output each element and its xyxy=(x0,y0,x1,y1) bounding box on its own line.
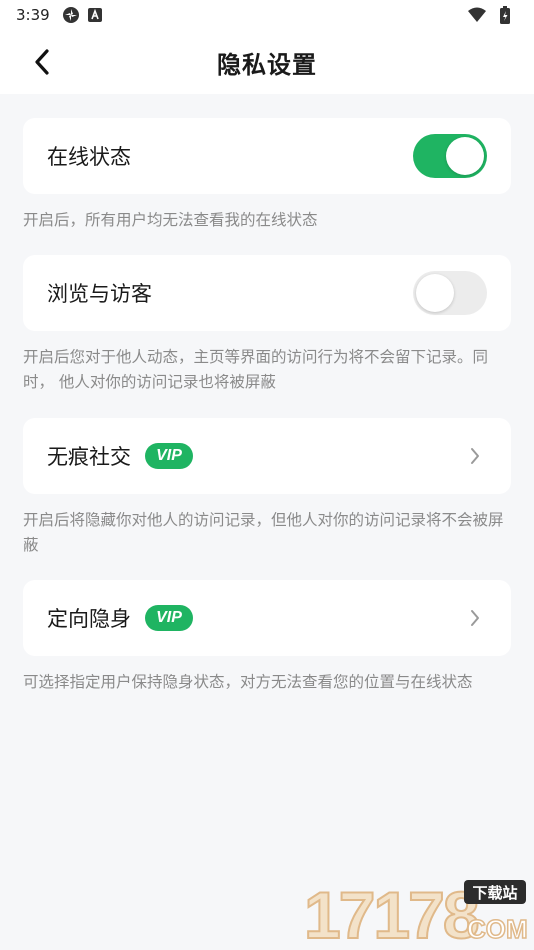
toggle-knob xyxy=(416,274,454,312)
settings-flower-icon xyxy=(62,6,80,24)
setting-description: 可选择指定用户保持隐身状态，对方无法查看您的位置与在线状态 xyxy=(23,673,473,691)
setting-description: 开启后将隐藏你对他人的访问记录，但他人对你的访问记录将不会被屏蔽 xyxy=(23,511,504,554)
setting-description: 开启后，所有用户均无法查看我的在线状态 xyxy=(23,211,318,229)
setting-online-status: 在线状态 xyxy=(23,118,511,194)
vip-badge: VIP xyxy=(145,443,193,469)
online-status-toggle[interactable] xyxy=(413,134,487,178)
watermark-numbers: 17178 xyxy=(304,878,478,946)
chevron-right-icon xyxy=(463,444,487,468)
vip-badge: VIP xyxy=(145,605,193,631)
setting-traceless-social[interactable]: 无痕社交 VIP xyxy=(23,418,511,494)
a-badge-icon xyxy=(87,8,102,22)
wifi-icon xyxy=(468,7,486,23)
chevron-left-icon xyxy=(35,49,49,75)
toggle-knob xyxy=(446,137,484,175)
setting-browse-visitors: 浏览与访客 xyxy=(23,255,511,331)
status-bar: 3:39 xyxy=(0,0,534,30)
setting-label: 无痕社交 xyxy=(47,445,131,469)
chevron-right-icon xyxy=(463,606,487,630)
watermark-tag: 下载站 xyxy=(472,884,517,902)
status-time: 3:39 xyxy=(16,6,50,24)
back-button[interactable] xyxy=(26,46,58,78)
header: 隐私设置 xyxy=(0,30,534,94)
battery-icon xyxy=(500,6,510,24)
watermark-suffix: COM xyxy=(467,914,528,944)
setting-targeted-stealth[interactable]: 定向隐身 VIP xyxy=(23,580,511,656)
setting-label: 浏览与访客 xyxy=(47,282,152,306)
browse-visitors-toggle[interactable] xyxy=(413,271,487,315)
setting-description: 开启后您对于他人动态，主页等界面的访问行为将不会留下记录。同时， 他人对你的访问… xyxy=(23,348,489,391)
setting-label: 定向隐身 xyxy=(47,607,131,631)
setting-label: 在线状态 xyxy=(47,145,131,169)
page-title: 隐私设置 xyxy=(217,50,317,79)
watermark-logo: 17178 下载站 COM xyxy=(302,876,528,950)
